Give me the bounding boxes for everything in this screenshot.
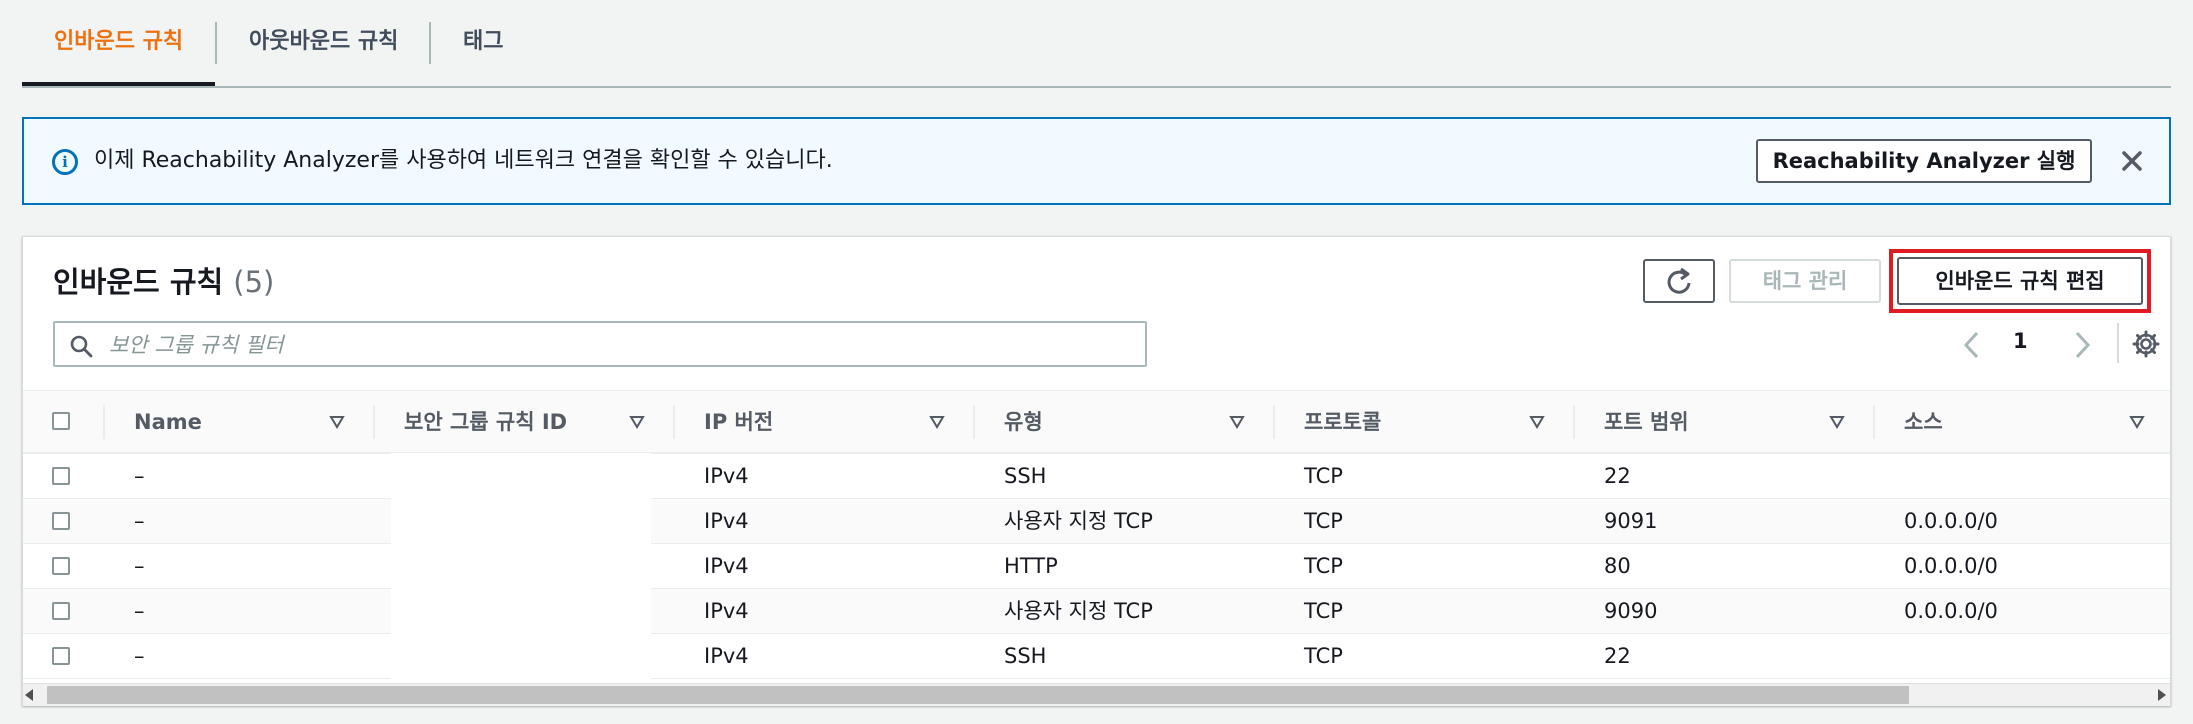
close-icon[interactable] — [2114, 143, 2150, 179]
cell-name: – — [134, 509, 145, 533]
column-divider — [1273, 405, 1275, 439]
cell-protocol: TCP — [1304, 599, 1343, 623]
search-icon — [70, 335, 93, 358]
pager-divider — [2117, 323, 2119, 363]
column-header-rule-id[interactable]: 보안 그룹 규칙 ID — [404, 391, 567, 453]
info-message: 이제 Reachability Analyzer를 사용하여 네트워크 연결을 … — [94, 148, 833, 173]
search-box — [53, 321, 1147, 367]
row-checkbox[interactable] — [52, 557, 70, 575]
active-tab-indicator — [22, 82, 215, 86]
sort-caret-icon[interactable] — [929, 415, 945, 429]
chevron-left-icon[interactable] — [1957, 327, 1987, 363]
cell-port-range: 9091 — [1604, 509, 1658, 533]
cell-type: 사용자 지정 TCP — [1004, 509, 1153, 533]
info-icon: i — [52, 149, 78, 175]
sort-caret-icon[interactable] — [629, 415, 645, 429]
edit-inbound-rules-button[interactable]: 인바운드 규칙 편집 — [1897, 257, 2143, 305]
column-header-name[interactable]: Name — [134, 391, 202, 453]
row-checkbox[interactable] — [52, 467, 70, 485]
table-row[interactable]: – IPv4 SSH TCP 22 — [23, 454, 2170, 499]
table-header: Name 보안 그룹 규칙 ID IP 버전 유형 프로토콜 포트 범위 소스 — [23, 390, 2170, 454]
table-row[interactable]: – IPv4 HTTP TCP 80 0.0.0.0/0 — [23, 544, 2170, 589]
sort-caret-icon[interactable] — [2129, 415, 2145, 429]
cell-source: 0.0.0.0/0 — [1904, 509, 1998, 533]
info-flashbar: i 이제 Reachability Analyzer를 사용하여 네트워크 연결… — [22, 117, 2171, 205]
manage-tags-button[interactable]: 태그 관리 — [1729, 259, 1881, 303]
cell-ip-version: IPv4 — [704, 599, 749, 623]
cell-source: 0.0.0.0/0 — [1904, 554, 1998, 578]
cell-source: 0.0.0.0/0 — [1904, 599, 1998, 623]
table-row[interactable]: – IPv4 사용자 지정 TCP TCP 9090 0.0.0.0/0 — [23, 589, 2170, 634]
panel-title-text: 인바운드 규칙 — [53, 265, 224, 299]
tab-outbound-rules[interactable]: 아웃바운드 규칙 — [217, 0, 429, 86]
run-reachability-analyzer-button[interactable]: Reachability Analyzer 실행 — [1756, 139, 2092, 183]
cell-port-range: 22 — [1604, 464, 1631, 488]
sort-caret-icon[interactable] — [1829, 415, 1845, 429]
cell-port-range: 80 — [1604, 554, 1631, 578]
tab-bar: 인바운드 규칙 아웃바운드 규칙 태그 — [0, 0, 2193, 88]
column-header-protocol[interactable]: 프로토콜 — [1304, 391, 1381, 453]
inbound-rules-panel: 인바운드 규칙 (5) 태그 관리 인바운드 규칙 편집 1 Name — [22, 236, 2171, 706]
cell-type: SSH — [1004, 464, 1047, 488]
cell-protocol: TCP — [1304, 554, 1343, 578]
sort-caret-icon[interactable] — [1529, 415, 1545, 429]
cell-ip-version: IPv4 — [704, 554, 749, 578]
horizontal-scrollbar[interactable] — [23, 683, 2170, 706]
column-divider — [673, 405, 675, 439]
chevron-right-icon[interactable] — [2067, 327, 2097, 363]
cell-protocol: TCP — [1304, 509, 1343, 533]
column-header-source[interactable]: 소스 — [1904, 391, 1943, 453]
column-header-type[interactable]: 유형 — [1004, 391, 1043, 453]
table-row[interactable]: – IPv4 SSH TCP 22 — [23, 634, 2170, 679]
cell-protocol: TCP — [1304, 644, 1343, 668]
row-checkbox[interactable] — [52, 602, 70, 620]
scroll-right-arrow-icon[interactable] — [2158, 689, 2166, 701]
sort-caret-icon[interactable] — [1229, 415, 1245, 429]
cell-name: – — [134, 599, 145, 623]
column-header-port-range[interactable]: 포트 범위 — [1604, 391, 1689, 453]
cell-ip-version: IPv4 — [704, 464, 749, 488]
row-checkbox[interactable] — [52, 512, 70, 530]
cell-ip-version: IPv4 — [704, 509, 749, 533]
column-divider — [1873, 405, 1875, 439]
panel-title: 인바운드 규칙 (5) — [53, 259, 274, 301]
column-header-ip-version[interactable]: IP 버전 — [704, 391, 773, 453]
cell-port-range: 22 — [1604, 644, 1631, 668]
filter-input[interactable] — [107, 323, 1141, 367]
cell-protocol: TCP — [1304, 464, 1343, 488]
scrollbar-thumb[interactable] — [47, 686, 1909, 704]
column-divider — [103, 405, 105, 439]
cell-ip-version: IPv4 — [704, 644, 749, 668]
refresh-button[interactable] — [1643, 259, 1715, 303]
column-divider — [973, 405, 975, 439]
cell-name: – — [134, 644, 145, 668]
tab-inbound-rules[interactable]: 인바운드 규칙 — [22, 0, 215, 86]
tab-bar-border — [22, 86, 2171, 88]
redacted-rule-id-area — [391, 453, 651, 685]
cell-name: – — [134, 464, 145, 488]
tab-tags[interactable]: 태그 — [431, 0, 535, 86]
page-number[interactable]: 1 — [2013, 329, 2028, 353]
column-divider — [1573, 405, 1575, 439]
column-divider — [373, 405, 375, 439]
cell-type: SSH — [1004, 644, 1047, 668]
cell-port-range: 9090 — [1604, 599, 1658, 623]
cell-type: 사용자 지정 TCP — [1004, 599, 1153, 623]
scroll-left-arrow-icon[interactable] — [25, 689, 33, 701]
row-checkbox[interactable] — [52, 647, 70, 665]
sort-caret-icon[interactable] — [329, 415, 345, 429]
gear-icon[interactable] — [2131, 329, 2161, 359]
cell-name: – — [134, 554, 145, 578]
refresh-icon — [1667, 267, 1691, 294]
rule-count: (5) — [233, 265, 275, 299]
select-all-checkbox[interactable] — [52, 412, 70, 430]
table-row[interactable]: – IPv4 사용자 지정 TCP TCP 9091 0.0.0.0/0 — [23, 499, 2170, 544]
cell-type: HTTP — [1004, 554, 1058, 578]
